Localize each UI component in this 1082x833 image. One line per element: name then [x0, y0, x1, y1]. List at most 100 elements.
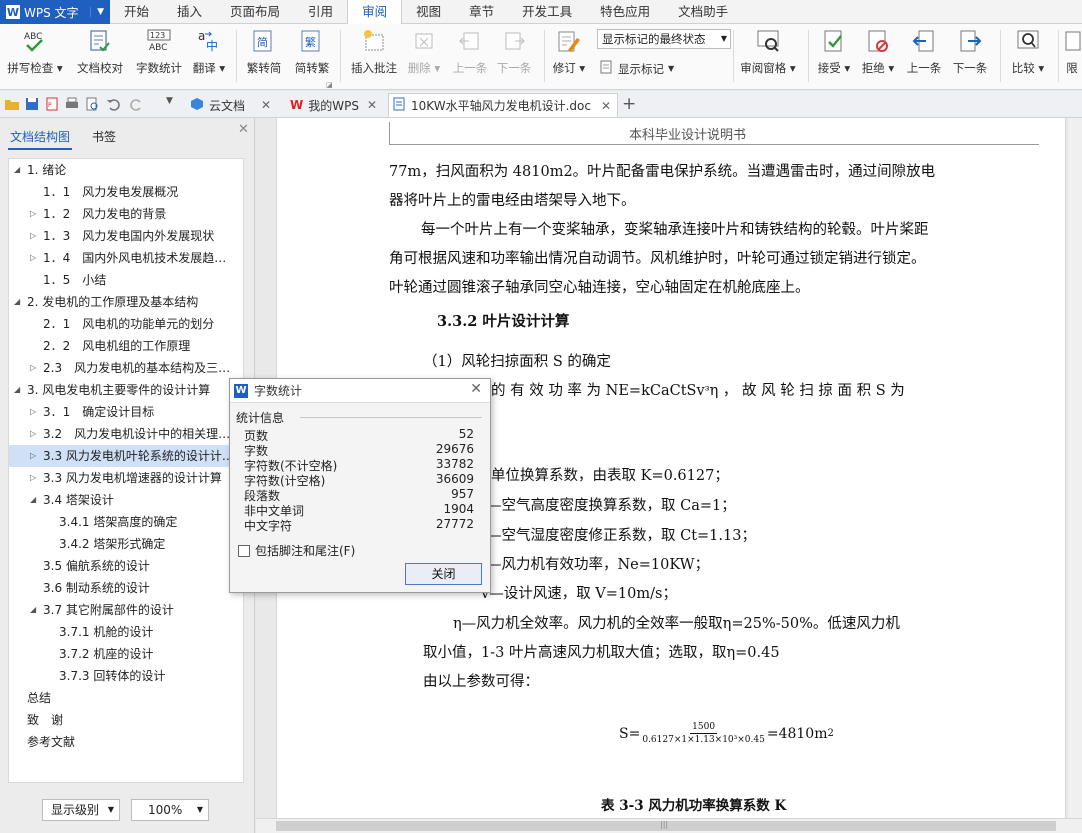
translate-button[interactable]: a中 翻译 ▾	[190, 28, 228, 86]
new-tab-plus-icon[interactable]: +	[622, 94, 636, 114]
export-pdf-icon[interactable]: P	[44, 96, 60, 112]
outline-item[interactable]: 参考文献	[9, 731, 245, 753]
collapsed-toggle-icon[interactable]: ▷	[30, 467, 36, 489]
menu-tab[interactable]: 文档助手	[664, 0, 742, 24]
close-icon[interactable]: ✕	[601, 99, 611, 113]
outline-item[interactable]: 3.7.2 机座的设计	[9, 643, 245, 665]
redo-icon[interactable]	[128, 96, 144, 112]
undo-icon[interactable]	[106, 96, 122, 112]
print-preview-icon[interactable]	[84, 96, 100, 112]
app-menu-button[interactable]: W WPS 文字 ▼	[0, 0, 110, 24]
delete-comment-button[interactable]: 删除 ▾	[404, 28, 444, 86]
dialog-title-bar[interactable]: W 字数统计	[230, 379, 490, 403]
open-folder-icon[interactable]	[4, 96, 20, 112]
collapsed-toggle-icon[interactable]: ▷	[30, 247, 36, 269]
outline-item[interactable]: 致 谢	[9, 709, 245, 731]
close-icon[interactable]: ✕	[470, 381, 482, 397]
outline-item[interactable]: ◢ 1. 绪论	[9, 159, 245, 181]
close-icon[interactable]: ✕	[367, 98, 377, 112]
collapsed-toggle-icon[interactable]: ▷	[30, 357, 36, 379]
tab-document-structure[interactable]: 文档结构图	[8, 126, 73, 150]
expanded-toggle-icon[interactable]: ◢	[14, 291, 20, 313]
save-icon[interactable]	[24, 96, 40, 112]
expanded-toggle-icon[interactable]: ◢	[30, 599, 36, 621]
menu-tab[interactable]: 开发工具	[508, 0, 586, 24]
prev-change-button[interactable]: 上一条	[902, 28, 946, 86]
menu-tab[interactable]: 引用	[294, 0, 347, 24]
zoom-select[interactable]: 100% ▼	[131, 799, 209, 821]
close-icon[interactable]: ✕	[238, 122, 249, 137]
outline-item[interactable]: 2．2 风电机组的工作原理	[9, 335, 245, 357]
menu-tab[interactable]: 特色应用	[586, 0, 664, 24]
outline-item[interactable]: ▷ 3．1 确定设计目标	[9, 401, 245, 423]
horizontal-scrollbar[interactable]: |||	[256, 818, 1082, 833]
tab-active-document[interactable]: 10KW水平轴风力发电机设计.doc ✕	[388, 93, 618, 117]
spell-check-button[interactable]: ABC 拼写检查 ▾	[6, 28, 64, 86]
word-count-button[interactable]: 123 ABC 字数统计	[132, 28, 186, 86]
menu-tab[interactable]: 章节	[455, 0, 508, 24]
outline-item[interactable]: 1．5 小结	[9, 269, 245, 291]
collapsed-toggle-icon[interactable]: ▷	[30, 401, 36, 423]
print-icon[interactable]	[64, 96, 80, 112]
outline-item[interactable]: ▷ 1．3 风力发电国内外发展现状	[9, 225, 245, 247]
restrict-editing-button[interactable]: 限	[1062, 28, 1082, 86]
tab-bookmarks[interactable]: 书签	[90, 126, 118, 150]
outline-item[interactable]: ▷ 2.3 风力发电机的基本结构及三…	[9, 357, 245, 379]
close-button[interactable]: 关闭	[405, 563, 482, 585]
next-change-button[interactable]: 下一条	[948, 28, 992, 86]
menu-tab[interactable]: 页面布局	[216, 0, 294, 24]
trad-to-simp-button[interactable]: 简 繁转简	[242, 28, 286, 86]
outline-item[interactable]: 3.5 偏航系统的设计	[9, 555, 245, 577]
outline-item[interactable]: 3.4.1 塔架高度的确定	[9, 511, 245, 533]
display-level-select[interactable]: 显示级别 ▼	[42, 799, 120, 821]
quick-access-dropdown-icon[interactable]: ▼	[166, 96, 182, 112]
markup-display-select[interactable]: 显示标记的最终状态 ▼	[597, 29, 731, 49]
reject-button[interactable]: 拒绝 ▾	[858, 28, 898, 86]
outline-item[interactable]: ▷ 3.3 风力发电机增速器的设计计算	[9, 467, 245, 489]
outline-item[interactable]: 3.4.2 塔架形式确定	[9, 533, 245, 555]
expanded-toggle-icon[interactable]: ◢	[30, 489, 36, 511]
vertical-scrollbar[interactable]	[1068, 118, 1082, 818]
insert-comment-button[interactable]: 插入批注	[346, 28, 402, 86]
outline-item[interactable]: ▷ 1．4 国内外风电机技术发展趋…	[9, 247, 245, 269]
expanded-toggle-icon[interactable]: ◢	[14, 159, 20, 181]
menu-tab[interactable]: 视图	[402, 0, 455, 24]
outline-item[interactable]: ▷ 3.2 风力发电机设计中的相关理…	[9, 423, 245, 445]
compare-button[interactable]: 比较 ▾	[1006, 28, 1050, 86]
collapsed-toggle-icon[interactable]: ▷	[30, 203, 36, 225]
dialog-launcher-icon[interactable]: ◪	[326, 81, 333, 89]
review-pane-button[interactable]: 审阅窗格 ▾	[736, 28, 800, 86]
outline-item[interactable]: ◢ 3. 风电发电机主要零件的设计计算	[9, 379, 245, 401]
outline-item[interactable]: ◢ 3.7 其它附属部件的设计	[9, 599, 245, 621]
include-footnotes-checkbox[interactable]: 包括脚注和尾注(F)	[238, 542, 355, 559]
menu-tab[interactable]: 插入	[163, 0, 216, 24]
outline-item[interactable]: 3.7.1 机舱的设计	[9, 621, 245, 643]
outline-item[interactable]: 2．1 风电机的功能单元的划分	[9, 313, 245, 335]
tab-cloud-docs[interactable]: 云文档 ✕	[186, 93, 282, 117]
outline-item[interactable]: ◢ 2. 发电机的工作原理及基本结构	[9, 291, 245, 313]
collapsed-toggle-icon[interactable]: ▷	[30, 423, 36, 445]
outline-item[interactable]: ◢ 3.4 塔架设计	[9, 489, 245, 511]
outline-item[interactable]: 3.7.3 回转体的设计	[9, 665, 245, 687]
menu-tab[interactable]: 审阅	[347, 0, 403, 24]
outline-item[interactable]: ▷ 3.3 风力发电机叶轮系统的设计计…	[9, 445, 245, 467]
track-changes-button[interactable]: 修订 ▾	[550, 28, 588, 86]
outline-item[interactable]: 3.6 制动系统的设计	[9, 577, 245, 599]
next-comment-button[interactable]: 下一条	[494, 28, 534, 86]
show-markup-button[interactable]: 显示标记 ▼	[600, 60, 674, 77]
collapsed-toggle-icon[interactable]: ▷	[30, 445, 36, 467]
expanded-toggle-icon[interactable]: ◢	[14, 379, 20, 401]
outline-item[interactable]: ▷ 1．2 风力发电的背景	[9, 203, 245, 225]
close-icon[interactable]: ✕	[261, 98, 271, 112]
outline-item[interactable]: 1．1 风力发电发展概况	[9, 181, 245, 203]
menu-tab[interactable]: 开始	[110, 0, 163, 24]
tab-my-wps[interactable]: W 我的WPS ✕	[286, 93, 386, 117]
doc-proofread-button[interactable]: 文档校对	[72, 28, 128, 86]
accept-button[interactable]: 接受 ▾	[814, 28, 854, 86]
outline-item[interactable]: 总结	[9, 687, 245, 709]
simp-to-trad-button[interactable]: 繁 简转繁	[290, 28, 334, 86]
chevron-down-icon[interactable]: ▼	[90, 7, 104, 17]
prev-comment-button[interactable]: 上一条	[450, 28, 490, 86]
collapsed-toggle-icon[interactable]: ▷	[30, 225, 36, 247]
checkbox-box[interactable]	[238, 544, 250, 557]
